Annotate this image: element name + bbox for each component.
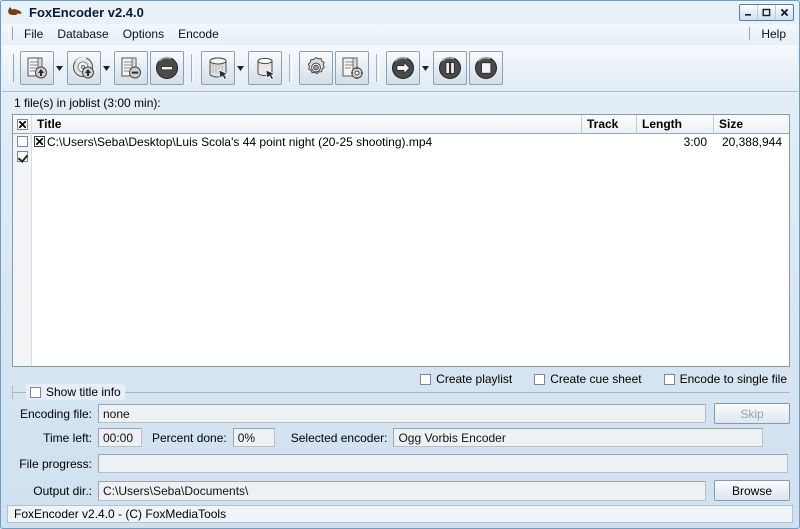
add-file-button[interactable] — [20, 51, 54, 85]
toolbar-separator-1 — [191, 54, 194, 82]
column-header-title[interactable]: Title — [32, 115, 582, 133]
add-cd-button[interactable] — [67, 51, 101, 85]
joblist-header-row: Title Track Length Size — [32, 115, 789, 134]
show-title-info-checkbox[interactable] — [30, 386, 41, 398]
toolbar-separator-2 — [289, 54, 292, 82]
maximize-icon[interactable] — [757, 5, 775, 20]
menu-grip-right[interactable] — [745, 27, 751, 40]
joblist-row-checkbox-1[interactable] — [13, 134, 31, 149]
create-cue-sheet-label: Create cue sheet — [550, 372, 642, 386]
output-dir-label: Output dir.: — [33, 483, 92, 498]
pause-encode-button[interactable] — [433, 51, 467, 85]
file-progress-bar — [98, 454, 788, 473]
menu-grip[interactable] — [8, 27, 13, 40]
database-lookup-button[interactable] — [201, 51, 235, 85]
status-bar-text: FoxEncoder v2.4.0 - (C) FoxMediaTools — [14, 507, 227, 521]
create-cue-sheet-checkbox[interactable] — [534, 373, 546, 385]
percent-done-label: Percent done: — [152, 430, 227, 445]
application-window: FoxEncoder v2.4.0 File Database Options … — [0, 0, 800, 529]
menu-item-options[interactable]: Options — [116, 25, 171, 43]
fox-icon — [6, 4, 24, 20]
joblist-select-all-checkbox[interactable] — [13, 115, 31, 134]
cell-title: C:\Users\Seba\Desktop\Luis Scola's 44 po… — [32, 135, 582, 149]
show-title-info-option[interactable]: Show title info — [26, 384, 125, 400]
start-encode-button[interactable] — [386, 51, 420, 85]
remove-file-button[interactable] — [114, 51, 148, 85]
encoding-panel: Show title info Encoding file: none Skip… — [12, 384, 790, 504]
row-checkbox-glyph-1 — [16, 136, 28, 147]
encoder-settings-button[interactable] — [335, 51, 369, 85]
window-title: FoxEncoder v2.4.0 — [29, 4, 144, 20]
menu-item-database[interactable]: Database — [50, 25, 115, 43]
database-save-button[interactable] — [248, 51, 282, 85]
create-playlist-option[interactable]: Create playlist — [420, 372, 512, 386]
column-header-track[interactable]: Track — [582, 115, 637, 133]
cell-size: 20,388,944 — [721, 134, 782, 149]
add-file-dropdown-arrow[interactable] — [55, 51, 64, 85]
encoding-file-label: Encoding file: — [19, 406, 92, 421]
window-controls — [739, 4, 794, 21]
toolbar-grip[interactable] — [9, 54, 14, 82]
encoding-file-field: none — [98, 404, 706, 423]
row-checkbox-glyph-2 — [16, 151, 28, 162]
joblist-table[interactable]: Title Track Length Size C:\Users\Seba\De… — [12, 114, 790, 367]
settings-button[interactable] — [299, 51, 333, 85]
selected-encoder-field[interactable]: Ogg Vorbis Encoder — [393, 428, 764, 447]
encode-to-single-file-label: Encode to single file — [679, 372, 787, 386]
file-progress-label: File progress: — [19, 456, 92, 471]
toolbar-separator-3 — [376, 54, 379, 82]
time-left-label: Time left: — [43, 430, 92, 445]
joblist-grid: Title Track Length Size C:\Users\Seba\De… — [32, 115, 789, 366]
joblist-row-checkbox-2[interactable] — [13, 149, 31, 164]
table-row[interactable]: C:\Users\Seba\Desktop\Luis Scola's 44 po… — [32, 134, 789, 149]
joblist-checkbox-column — [13, 115, 32, 366]
menu-bar: File Database Options Encode Help — [2, 24, 798, 43]
clear-joblist-button[interactable] — [150, 51, 184, 85]
cell-title-text: C:\Users\Seba\Desktop\Luis Scola's 44 po… — [47, 134, 433, 149]
start-encode-dropdown-arrow[interactable] — [421, 51, 430, 85]
close-icon[interactable] — [775, 5, 793, 20]
create-playlist-label: Create playlist — [436, 372, 513, 386]
create-playlist-checkbox[interactable] — [420, 373, 432, 385]
stop-encode-button[interactable] — [469, 51, 503, 85]
group-divider — [12, 392, 790, 393]
percent-done-field: 0% — [232, 428, 275, 447]
encode-to-single-file-checkbox[interactable] — [663, 373, 675, 385]
menu-item-file[interactable]: File — [17, 25, 50, 43]
column-header-size[interactable]: Size — [714, 115, 789, 133]
select-all-checkbox-glyph — [16, 118, 28, 130]
browse-button[interactable]: Browse — [714, 480, 790, 501]
show-title-info-label: Show title info — [46, 385, 121, 399]
joblist-summary: 1 file(s) in joblist (3:00 min): — [14, 96, 161, 110]
minimize-icon[interactable] — [740, 5, 757, 20]
file-status-icon — [34, 136, 45, 147]
toolbar — [2, 45, 798, 92]
column-header-length[interactable]: Length — [637, 115, 714, 133]
status-bar: FoxEncoder v2.4.0 - (C) FoxMediaTools — [7, 505, 793, 523]
menu-item-encode[interactable]: Encode — [171, 25, 226, 43]
menu-item-help[interactable]: Help — [754, 25, 798, 43]
cell-length: 3:00 — [683, 134, 707, 149]
encode-to-single-file-option[interactable]: Encode to single file — [663, 372, 787, 386]
output-dir-field[interactable]: C:\Users\Seba\Documents\ — [98, 480, 706, 501]
time-left-field: 00:00 — [98, 428, 142, 447]
create-cue-sheet-option[interactable]: Create cue sheet — [534, 372, 642, 386]
skip-button[interactable]: Skip — [714, 403, 790, 424]
add-cd-dropdown-arrow[interactable] — [102, 51, 111, 85]
title-bar: FoxEncoder v2.4.0 — [1, 1, 799, 23]
group-left-edge — [12, 386, 22, 399]
database-lookup-dropdown-arrow[interactable] — [236, 51, 245, 85]
joblist-options: Create playlist Create cue sheet Encode … — [398, 371, 787, 387]
selected-encoder-label: Selected encoder: — [290, 430, 388, 445]
